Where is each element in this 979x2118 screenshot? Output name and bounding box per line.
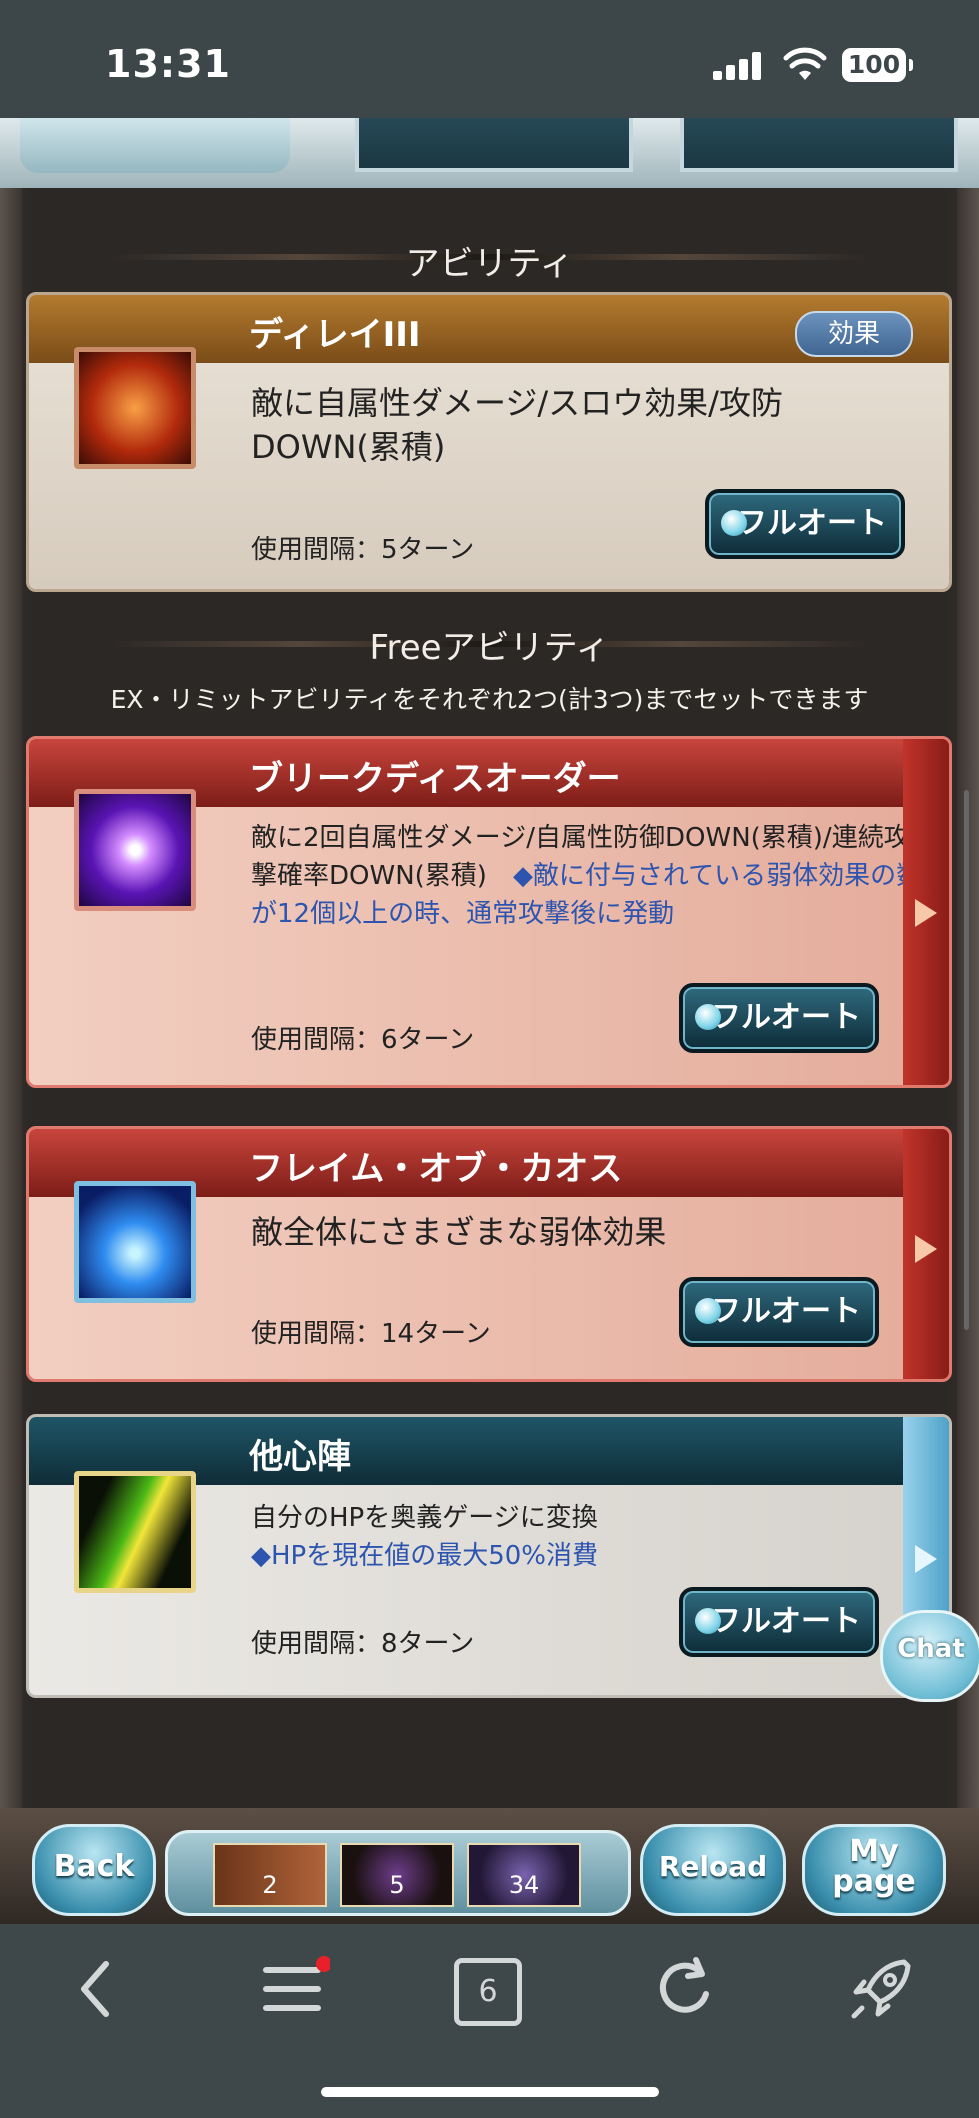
ability-interval: 使用間隔：8ターン bbox=[251, 1629, 475, 1659]
ability-card-tashinjin[interactable]: 他心陣 自分のHPを奥義ゲージに変換 ◆HPを現在値の最大50%消費 使用間隔：… bbox=[26, 1414, 952, 1698]
swirl-icon bbox=[74, 1471, 196, 1593]
ability-card-bleak-disorder[interactable]: ブリークディスオーダー 敵に2回自属性ダメージ/自属性防御DOWN(累積)/連続… bbox=[26, 736, 952, 1088]
back-button[interactable]: Back bbox=[32, 1824, 156, 1916]
full-auto-label: フルオート bbox=[711, 1294, 861, 1329]
ability-interval: 使用間隔：6ターン bbox=[251, 1025, 475, 1055]
effect-badge[interactable]: 効果 bbox=[795, 311, 913, 357]
arrow-right-icon bbox=[915, 899, 937, 927]
full-auto-label: フルオート bbox=[711, 1000, 861, 1035]
game-nav-bar: Back 2 5 34 Reload My page bbox=[0, 1808, 979, 1924]
my-page-label: page bbox=[832, 1864, 916, 1899]
cellular-signal-icon bbox=[713, 52, 765, 80]
toggle-dot-icon bbox=[721, 510, 747, 536]
ability-panel: アビリティ ディレイIII 効果 敵に自属性ダメージ/スロウ効果/攻防DOWN(… bbox=[0, 188, 979, 1808]
ability-description: 敵に自属性ダメージ/スロウ効果/攻防DOWN(累積) bbox=[251, 384, 783, 466]
full-auto-button[interactable]: フルオート bbox=[679, 983, 879, 1053]
section-title-ability: アビリティ bbox=[405, 244, 574, 284]
tab-ability[interactable] bbox=[20, 118, 290, 173]
full-auto-button[interactable]: フルオート bbox=[679, 1587, 879, 1657]
tab-strip bbox=[0, 118, 979, 188]
tray-item[interactable]: 2 bbox=[213, 1843, 327, 1907]
full-auto-label: フルオート bbox=[737, 506, 887, 541]
reload-button[interactable]: Reload bbox=[640, 1824, 786, 1916]
full-auto-label: フルオート bbox=[711, 1604, 861, 1639]
frame-left bbox=[0, 188, 22, 1808]
refresh-icon[interactable] bbox=[650, 1954, 720, 2024]
burst-icon bbox=[74, 789, 196, 911]
ability-name: ブリークディスオーダー bbox=[249, 759, 621, 799]
ability-description: 敵に2回自属性ダメージ/自属性防御DOWN(累積)/連続攻撃確率DOWN(累積)… bbox=[251, 819, 931, 933]
back-arrow-icon[interactable] bbox=[64, 1954, 134, 2024]
toggle-dot-icon bbox=[695, 1608, 721, 1634]
ability-description: 敵全体にさまざまな弱体効果 bbox=[251, 1213, 667, 1251]
ability-card-delay[interactable]: ディレイIII 効果 敵に自属性ダメージ/スロウ効果/攻防DOWN(累積) 使用… bbox=[26, 292, 952, 592]
detail-side-tab[interactable] bbox=[903, 739, 949, 1085]
ability-interval: 使用間隔：14ターン bbox=[251, 1319, 491, 1349]
tray-item[interactable]: 34 bbox=[467, 1843, 581, 1907]
ability-description: 自分のHPを奥義ゲージに変換 ◆HPを現在値の最大50%消費 bbox=[251, 1499, 931, 1575]
description-note: ◆HPを現在値の最大50%消費 bbox=[251, 1541, 599, 1571]
tabs-count-button[interactable]: 6 bbox=[454, 1958, 522, 2026]
clock: 13:31 bbox=[105, 42, 231, 86]
arrow-right-icon bbox=[915, 1545, 937, 1573]
section-title-free: Freeアビリティ bbox=[369, 628, 610, 668]
rocket-icon[interactable] bbox=[846, 1954, 916, 2024]
toggle-dot-icon bbox=[695, 1298, 721, 1324]
toggle-dot-icon bbox=[695, 1004, 721, 1030]
status-bar: 13:31 100 bbox=[0, 0, 979, 118]
flame-icon bbox=[74, 1181, 196, 1303]
my-page-button[interactable]: My page bbox=[802, 1824, 946, 1916]
ability-interval: 使用間隔：5ターン bbox=[251, 535, 475, 565]
ability-name: ディレイIII bbox=[249, 315, 421, 355]
menu-icon[interactable] bbox=[260, 1954, 330, 2024]
clock-icon bbox=[74, 347, 196, 469]
description-text: 自分のHPを奥義ゲージに変換 bbox=[251, 1503, 598, 1533]
home-indicator bbox=[321, 2087, 659, 2097]
tab-support[interactable] bbox=[355, 118, 633, 172]
chat-button[interactable]: Chat bbox=[880, 1610, 979, 1702]
ability-name: 他心陣 bbox=[249, 1437, 351, 1477]
my-page-label: My bbox=[849, 1834, 899, 1869]
ability-card-flame-of-chaos[interactable]: フレイム・オブ・カオス 敵全体にさまざまな弱体効果 使用間隔：14ターン フルオ… bbox=[26, 1126, 952, 1382]
wifi-icon bbox=[783, 47, 827, 80]
tab-bonus[interactable] bbox=[680, 118, 958, 172]
free-ability-note: EX・リミットアビリティをそれぞれ2つ(計3つ)までセットできます bbox=[110, 685, 869, 714]
arrow-right-icon bbox=[915, 1235, 937, 1263]
detail-side-tab[interactable] bbox=[903, 1129, 949, 1379]
full-auto-button[interactable]: フルオート bbox=[705, 489, 905, 559]
ability-name: フレイム・オブ・カオス bbox=[249, 1149, 623, 1189]
quick-item-tray: 2 5 34 bbox=[165, 1830, 631, 1916]
full-auto-button[interactable]: フルオート bbox=[679, 1277, 879, 1347]
battery-icon: 100 bbox=[842, 48, 913, 82]
tray-item[interactable]: 5 bbox=[340, 1843, 454, 1907]
scrollbar[interactable] bbox=[964, 790, 969, 1330]
